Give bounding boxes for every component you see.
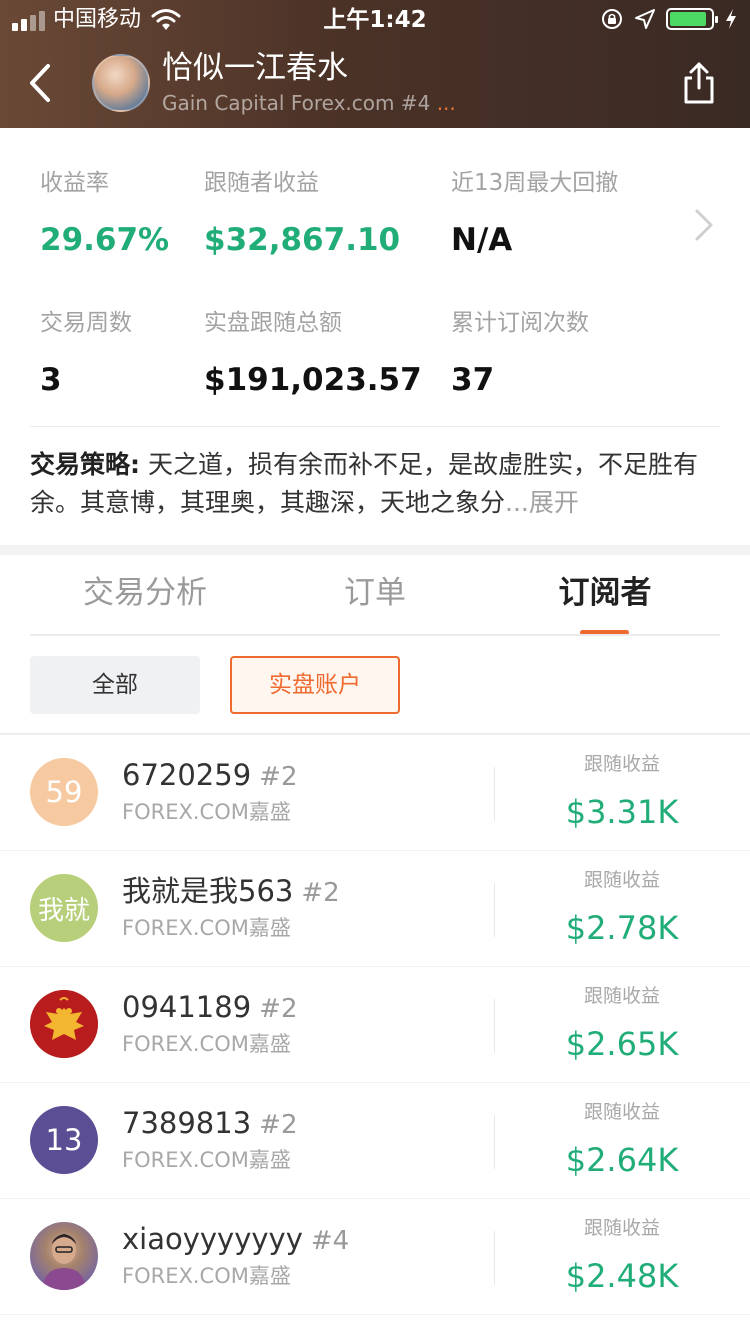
avatar <box>30 990 98 1058</box>
stat-label: 实盘跟随总额 <box>204 310 342 336</box>
avatar <box>30 1222 98 1290</box>
stat-value: 29.67% <box>40 222 170 258</box>
battery-icon <box>666 8 718 30</box>
filter-all-button[interactable]: 全部 <box>30 656 200 714</box>
divider <box>494 1115 495 1169</box>
divider <box>30 426 720 427</box>
rotation-lock-icon <box>602 9 622 29</box>
back-button[interactable] <box>24 60 58 106</box>
gain-value: $2.78K <box>565 909 679 947</box>
subscriber-rank: #2 <box>259 762 298 792</box>
stat-subscription-count: 累计订阅次数 37 <box>451 308 589 400</box>
subscriber-name-text: 我就是我563 <box>122 874 294 908</box>
avatar: 我就 <box>30 874 98 942</box>
stat-value: 3 <box>40 362 62 398</box>
divider <box>494 883 495 937</box>
trader-broker-text: Gain Capital Forex.com #4 <box>162 91 431 115</box>
gain-label: 跟随收益 <box>583 1217 660 1239</box>
tab-orders[interactable]: 订单 <box>270 573 480 613</box>
tab-bar: 交易分析 订单 订阅者 <box>0 555 750 637</box>
stats-panel[interactable]: 收益率 29.67% 跟随者收益 $32,867.10 近13周最大回撤 N/A… <box>0 128 750 428</box>
subscriber-name: 0941189 #2 <box>122 989 297 1027</box>
trader-avatar[interactable] <box>92 54 150 112</box>
stat-label: 近13周最大回撤 <box>451 170 619 196</box>
divider <box>494 767 495 821</box>
subscriber-broker: FOREX.COM嘉盛 <box>122 800 291 824</box>
subscriber-name-text: 0941189 <box>122 990 252 1024</box>
person-photo-icon <box>42 1234 86 1290</box>
subscriber-broker: FOREX.COM嘉盛 <box>122 1148 291 1172</box>
gain-label: 跟随收益 <box>583 1101 660 1123</box>
charging-bolt-icon <box>726 9 736 29</box>
gain-value: $2.64K <box>565 1141 679 1179</box>
subscriber-rank: #2 <box>259 994 298 1024</box>
subscriber-name: 我就是我563 #2 <box>122 873 340 911</box>
subscriber-broker: FOREX.COM嘉盛 <box>122 1032 291 1056</box>
avatar: 13 <box>30 1106 98 1174</box>
gain-value: $3.31K <box>565 793 679 831</box>
header: 中国移动 上午1:42 恰似一江春水 Gain Capital Forex.co… <box>0 0 750 128</box>
subscriber-name-text: 7389813 <box>122 1106 252 1140</box>
stat-label: 交易周数 <box>40 310 132 336</box>
gain-label: 跟随收益 <box>583 869 660 891</box>
stat-value: N/A <box>451 222 513 258</box>
avatar: 59 <box>30 758 98 826</box>
gain-value: $2.65K <box>565 1025 679 1063</box>
subscriber-broker: FOREX.COM嘉盛 <box>122 1264 291 1288</box>
tab-trade-analysis[interactable]: 交易分析 <box>40 573 250 613</box>
tab-bar-divider <box>30 634 720 636</box>
gain-label: 跟随收益 <box>583 985 660 1007</box>
subscriber-name: xiaoyyyyyyy #4 <box>122 1221 349 1259</box>
share-button[interactable] <box>680 60 718 106</box>
stat-trading-weeks: 交易周数 3 <box>40 308 132 400</box>
divider <box>494 999 495 1053</box>
section-divider <box>0 545 750 555</box>
list-item[interactable]: xiaoyyyyyyy #4 FOREX.COM嘉盛 跟随收益 $2.48K <box>0 1199 750 1315</box>
subscriber-broker: FOREX.COM嘉盛 <box>122 916 291 940</box>
divider <box>494 1231 495 1285</box>
subscriber-rank: #2 <box>301 878 340 908</box>
gain-value: $2.48K <box>565 1257 679 1295</box>
list-item[interactable]: 59 6720259 #2 FOREX.COM嘉盛 跟随收益 $3.31K <box>0 735 750 851</box>
trader-broker: Gain Capital Forex.com #4 ... <box>162 90 456 116</box>
status-bar: 中国移动 上午1:42 <box>0 0 750 40</box>
subscriber-rank: #2 <box>259 1110 298 1140</box>
strategy-text: 交易策略: 天之道，损有余而补不足，是故虚胜实，不足胜有余。其意博，其理奥，其趣… <box>30 446 722 522</box>
subscriber-name-text: xiaoyyyyyyy <box>122 1222 303 1256</box>
list-item[interactable]: 13 7389813 #2 FOREX.COM嘉盛 跟随收益 $2.64K <box>0 1083 750 1199</box>
gain-label: 跟随收益 <box>583 753 660 775</box>
subscriber-name: 7389813 #2 <box>122 1105 297 1143</box>
trader-broker-ellipsis: ... <box>430 91 456 115</box>
eagle-emblem-icon <box>30 990 98 1058</box>
expand-link[interactable]: ...展开 <box>505 488 579 517</box>
stat-value: 37 <box>451 362 495 398</box>
stat-real-follow-total: 实盘跟随总额 $191,023.57 <box>204 308 422 400</box>
stat-label: 累计订阅次数 <box>451 310 589 336</box>
nav-bar: 恰似一江春水 Gain Capital Forex.com #4 ... <box>0 40 750 128</box>
stat-label: 收益率 <box>40 170 109 196</box>
tab-subscribers[interactable]: 订阅者 <box>500 573 710 613</box>
stat-return-rate: 收益率 29.67% <box>40 168 169 260</box>
stat-label: 跟随者收益 <box>204 170 319 196</box>
subscriber-name: 6720259 #2 <box>122 757 297 795</box>
subscriber-name-text: 6720259 <box>122 758 252 792</box>
location-arrow-icon <box>635 9 655 29</box>
stat-follower-profit: 跟随者收益 $32,867.10 <box>204 168 400 260</box>
subscriber-rank: #4 <box>310 1226 350 1256</box>
chevron-right-icon[interactable] <box>692 206 716 244</box>
stat-max-drawdown: 近13周最大回撤 N/A <box>451 168 618 260</box>
subscriber-list: 59 6720259 #2 FOREX.COM嘉盛 跟随收益 $3.31K 我就 … <box>0 735 750 1315</box>
stat-value: $32,867.10 <box>204 222 401 258</box>
filter-real-account-button[interactable]: 实盘账户 <box>230 656 400 714</box>
trader-name: 恰似一江春水 <box>162 50 348 86</box>
list-item[interactable]: 我就 我就是我563 #2 FOREX.COM嘉盛 跟随收益 $2.78K <box>0 851 750 967</box>
stat-value: $191,023.57 <box>204 362 422 398</box>
status-right <box>600 7 738 31</box>
list-item[interactable]: 0941189 #2 FOREX.COM嘉盛 跟随收益 $2.65K <box>0 967 750 1083</box>
strategy-label: 交易策略: <box>30 450 140 479</box>
